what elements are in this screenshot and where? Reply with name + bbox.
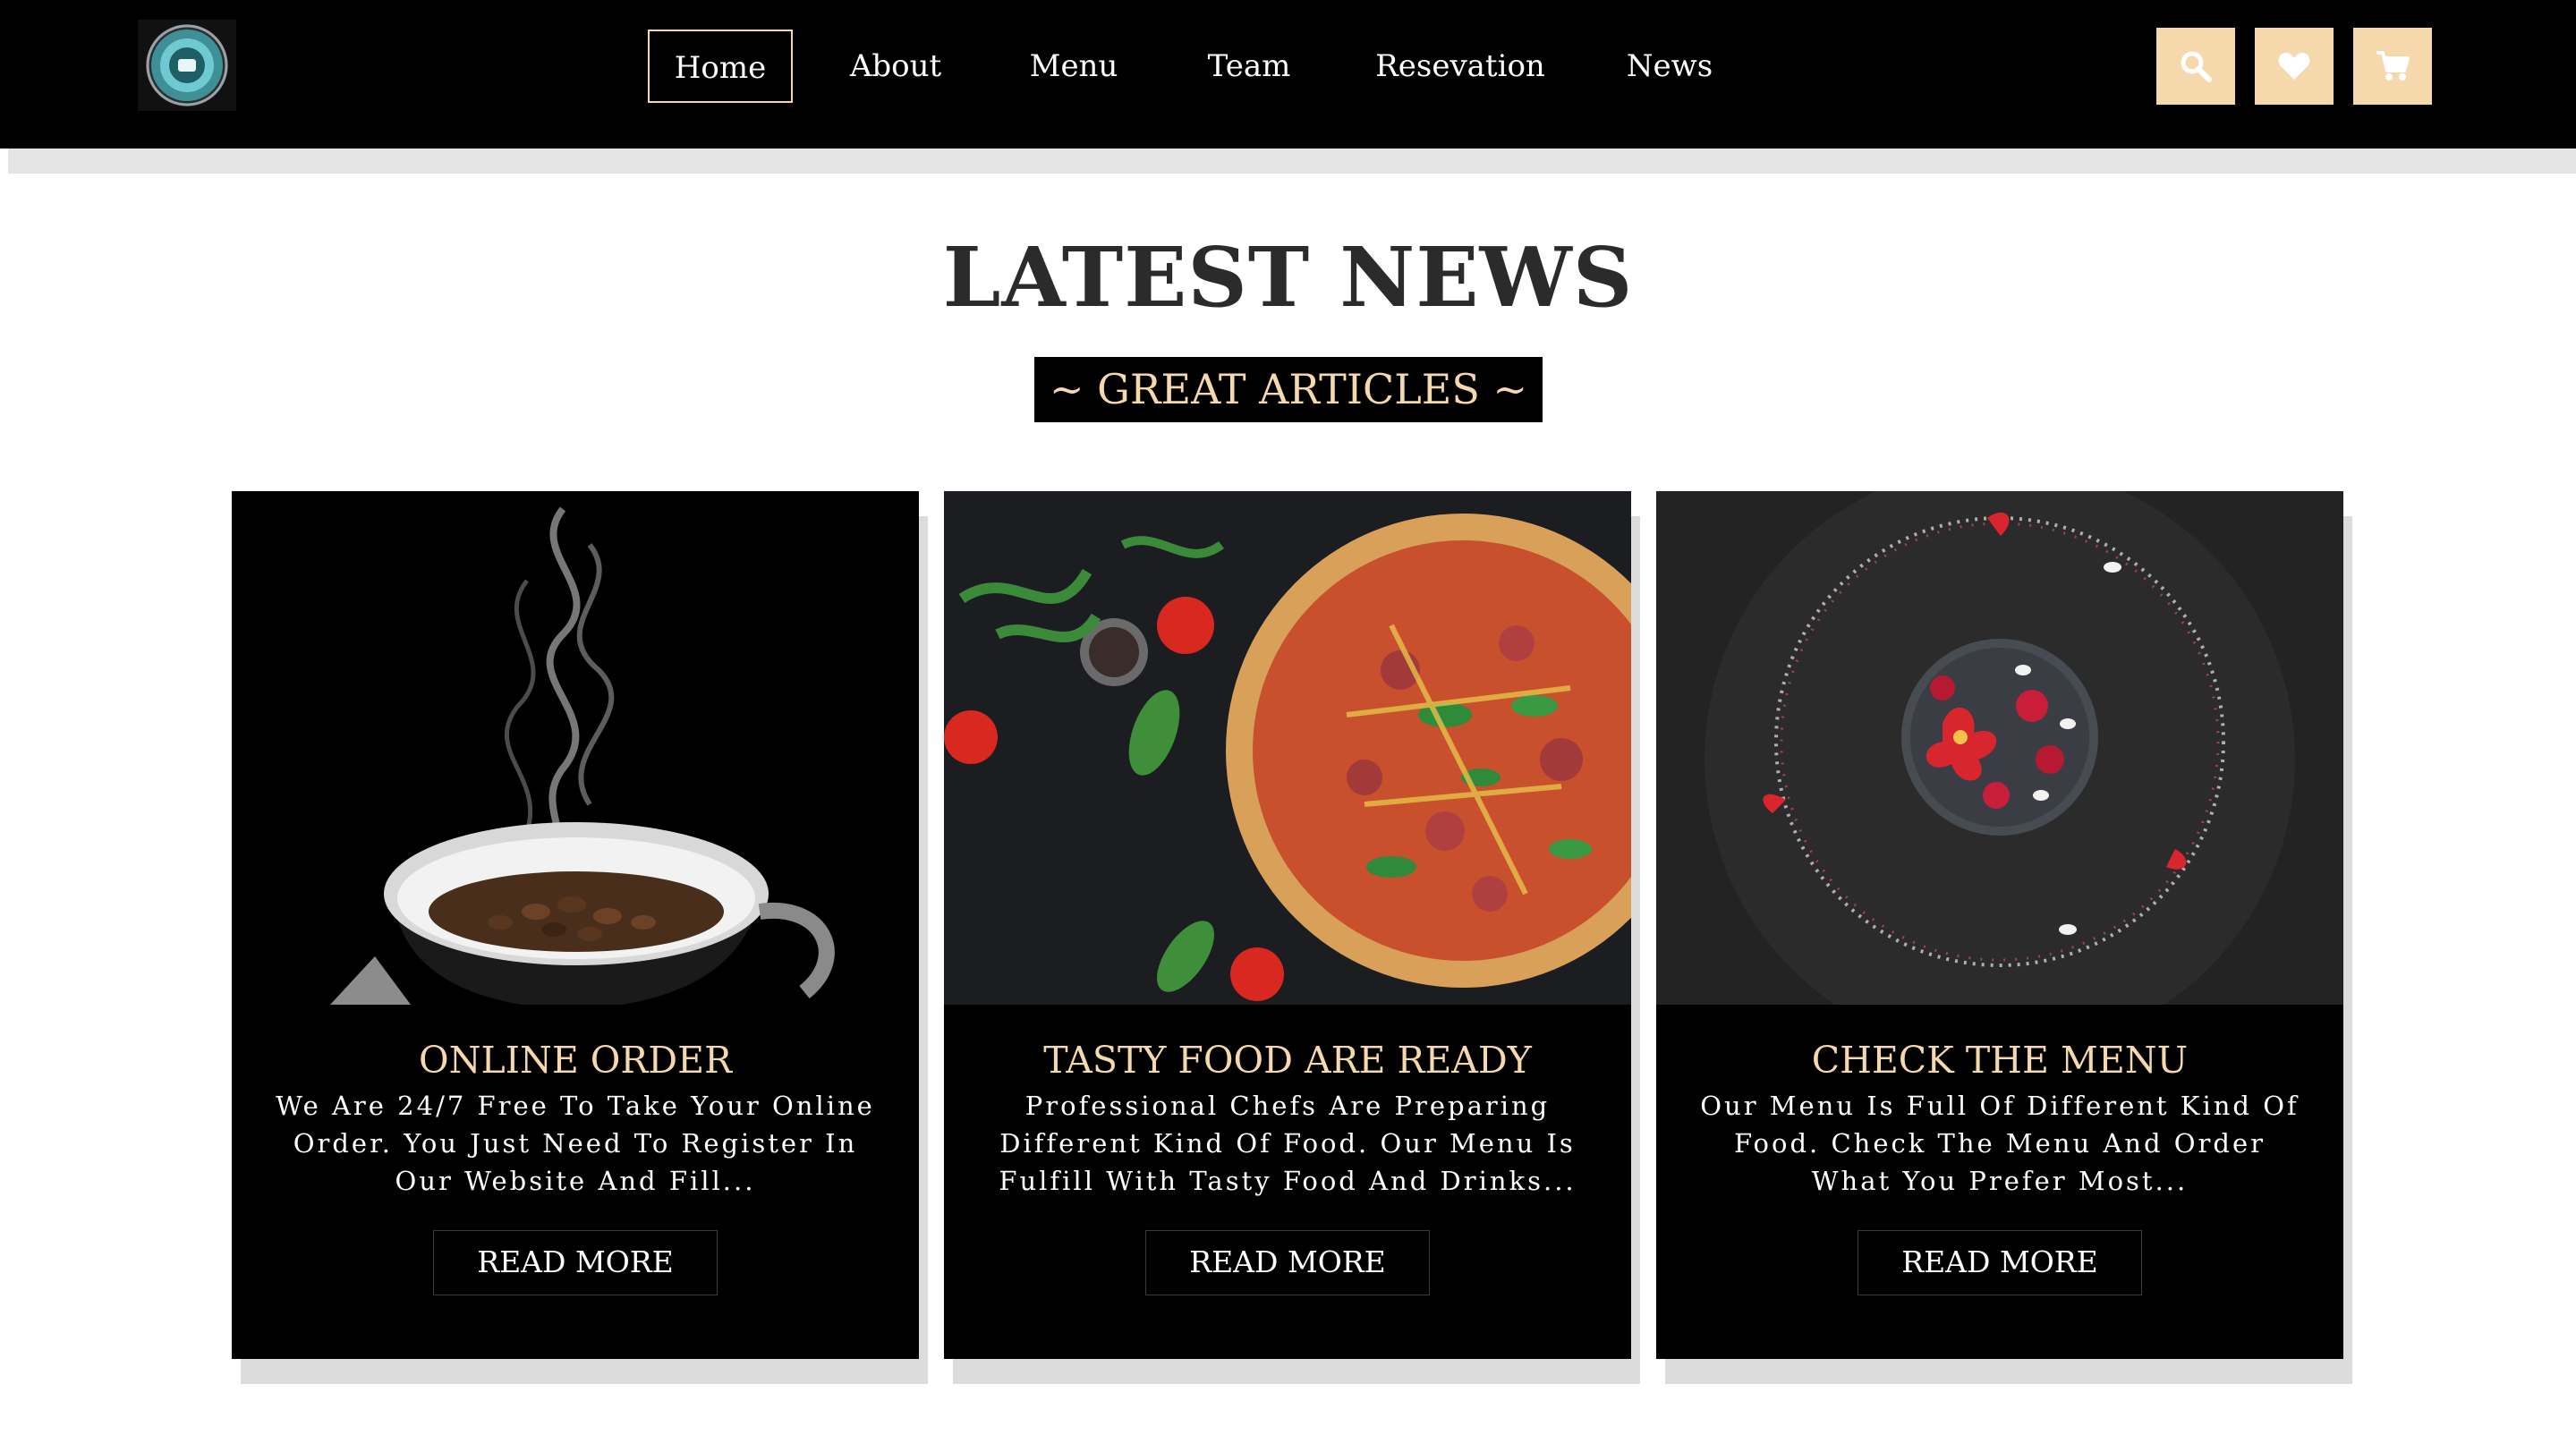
news-card-online-order: ONLINE ORDER We Are 24/7 Free To Take Yo… (232, 491, 919, 1359)
section-title: LATEST NEWS (942, 229, 1634, 326)
cart-button[interactable] (2353, 28, 2432, 105)
card-excerpt: Our Menu Is Full Of Different Kind Of Fo… (1700, 1091, 2300, 1196)
section-subtitle: ~ GREAT ARTICLES ~ (1034, 357, 1543, 422)
nav-home[interactable]: Home (648, 30, 793, 103)
card-title: CHECK THE MENU (1811, 1039, 2189, 1082)
plated-dish-image (1656, 491, 2343, 1005)
header-divider (8, 149, 2576, 174)
coffee-cup-image (232, 491, 919, 1005)
read-more-button[interactable]: READ MORE (1145, 1230, 1430, 1295)
search-icon (2181, 51, 2212, 82)
nav-news[interactable]: News (1620, 30, 1720, 103)
card-title: TASTY FOOD ARE READY (1043, 1039, 1532, 1082)
pizza-image (944, 491, 1631, 1005)
cart-icon (2376, 51, 2410, 81)
card-excerpt: Professional Chefs Are Preparing Differe… (999, 1091, 1577, 1196)
site-header: Home About Menu Team Resevation News (0, 0, 2576, 149)
read-more-button[interactable]: READ MORE (433, 1230, 718, 1295)
nav-team[interactable]: Team (1195, 30, 1303, 103)
card-excerpt: We Are 24/7 Free To Take Your Online Ord… (276, 1091, 875, 1196)
nav-about[interactable]: About (836, 30, 956, 103)
news-card-tasty-food: TASTY FOOD ARE READY Professional Chefs … (944, 491, 1631, 1359)
heart-icon (2278, 53, 2310, 80)
nav-menu[interactable]: Menu (1016, 30, 1131, 103)
card-title: ONLINE ORDER (419, 1039, 732, 1082)
search-button[interactable] (2156, 28, 2235, 105)
wishlist-button[interactable] (2255, 28, 2334, 105)
read-more-button[interactable]: READ MORE (1858, 1230, 2142, 1295)
nav-reservation[interactable]: Resevation (1369, 30, 1552, 103)
news-card-check-menu: CHECK THE MENU Our Menu Is Full Of Diffe… (1656, 491, 2343, 1359)
